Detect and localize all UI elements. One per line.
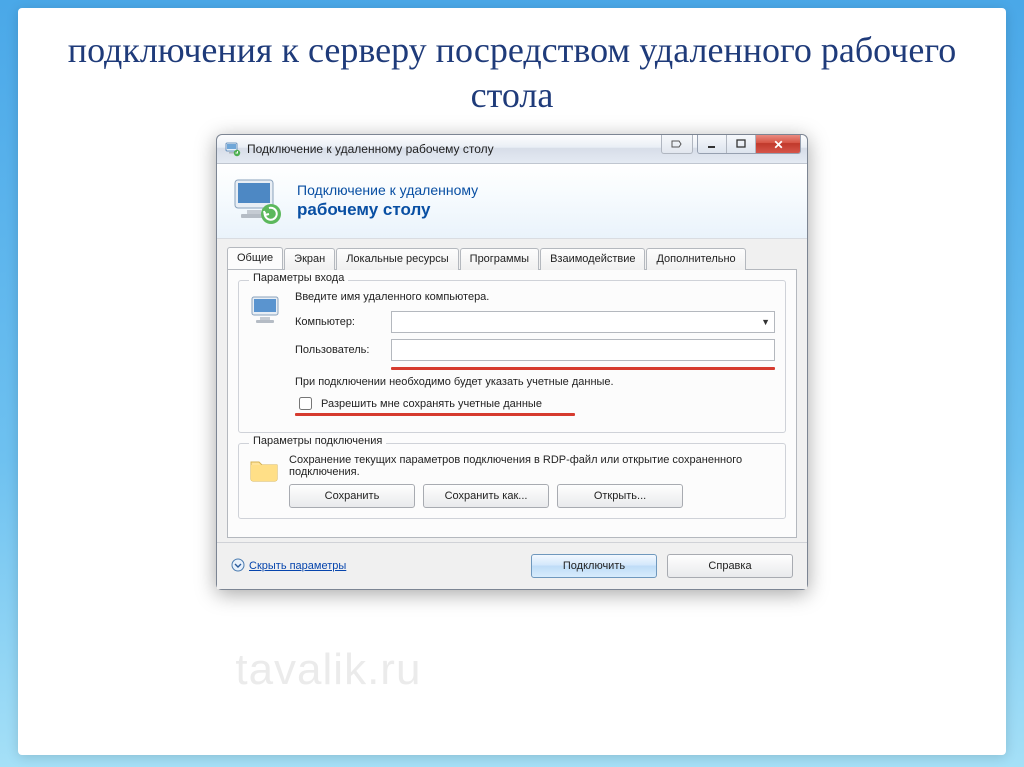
open-button[interactable]: Открыть...: [557, 484, 683, 508]
banner-line1: Подключение к удаленному: [297, 182, 478, 200]
window-controls: [661, 135, 807, 163]
rdp-app-icon: [225, 141, 241, 157]
help-button[interactable]: [661, 135, 693, 154]
collapse-icon: [231, 558, 245, 575]
watermark: tavalik.ru: [235, 645, 421, 695]
banner-line2: рабочему столу: [297, 199, 478, 220]
slide-frame: подключения к серверу посредством удален…: [18, 8, 1006, 755]
tab-programs[interactable]: Программы: [460, 248, 539, 270]
titlebar[interactable]: Подключение к удаленному рабочему столу: [217, 135, 807, 164]
allow-save-label: Разрешить мне сохранять учетные данные: [321, 398, 542, 410]
tab-advanced[interactable]: Дополнительно: [646, 248, 745, 270]
computer-banner-icon: [231, 176, 285, 226]
minimize-button[interactable]: [698, 135, 727, 153]
folder-icon: [249, 456, 279, 482]
login-instruction: Введите имя удаленного компьютера.: [295, 291, 775, 303]
computer-combobox[interactable]: ▼: [391, 311, 775, 333]
tabstrip: Общие Экран Локальные ресурсы Программы …: [227, 247, 797, 269]
chevron-down-icon: ▼: [761, 317, 770, 327]
allow-save-checkbox[interactable]: [299, 397, 312, 410]
connection-settings-group: Параметры подключения Сохранение текущих…: [238, 443, 786, 519]
hide-params-text: Скрыть параметры: [249, 560, 346, 572]
close-button[interactable]: [756, 135, 800, 153]
save-as-button[interactable]: Сохранить как...: [423, 484, 549, 508]
user-label: Пользователь:: [295, 344, 391, 356]
tab-general[interactable]: Общие: [227, 247, 283, 269]
computer-small-icon: [249, 293, 285, 329]
conn-group-title: Параметры подключения: [249, 435, 386, 447]
help-button-footer[interactable]: Справка: [667, 554, 793, 578]
highlight-underline-user: [391, 367, 775, 370]
maximize-button[interactable]: [727, 135, 756, 153]
rdp-dialog: Подключение к удаленному рабочему столу: [216, 134, 808, 590]
dialog-banner: Подключение к удаленному рабочему столу: [217, 164, 807, 239]
tab-panel-general: Параметры входа: [227, 269, 797, 538]
dialog-footer: Скрыть параметры Подключить Справка: [217, 542, 807, 589]
user-field[interactable]: [391, 339, 775, 361]
conn-desc: Сохранение текущих параметров подключени…: [289, 454, 775, 478]
highlight-underline-checkbox: [295, 413, 575, 416]
slide-title: подключения к серверу посредством удален…: [18, 8, 1006, 128]
computer-label: Компьютер:: [295, 316, 391, 328]
save-button[interactable]: Сохранить: [289, 484, 415, 508]
login-settings-group: Параметры входа: [238, 280, 786, 433]
creds-note: При подключении необходимо будет указать…: [295, 376, 775, 388]
connect-button[interactable]: Подключить: [531, 554, 657, 578]
tab-experience[interactable]: Взаимодействие: [540, 248, 645, 270]
login-group-title: Параметры входа: [249, 272, 348, 284]
titlebar-text: Подключение к удаленному рабочему столу: [247, 142, 661, 156]
tab-display[interactable]: Экран: [284, 248, 335, 270]
hide-params-link[interactable]: Скрыть параметры: [231, 558, 521, 575]
tab-local-resources[interactable]: Локальные ресурсы: [336, 248, 458, 270]
